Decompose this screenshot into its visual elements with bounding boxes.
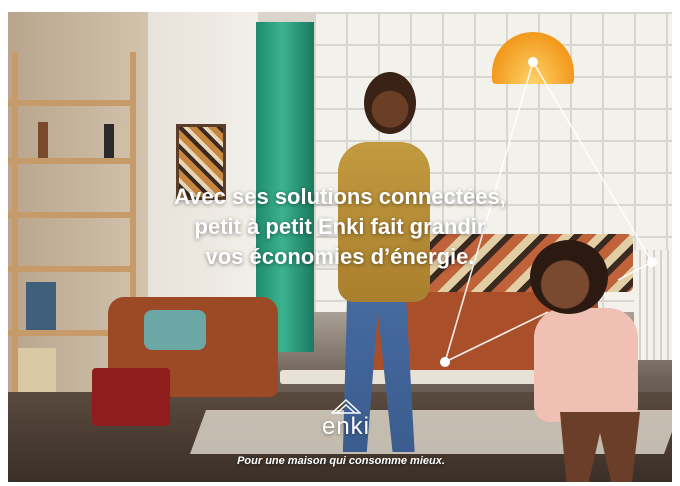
headline-line: petit à petit Enki fait grandir [194,214,486,239]
headline: Avec ses solutions connectées, petit à p… [98,182,582,272]
enki-house-logo-icon [331,398,361,414]
connection-node [528,57,538,67]
ad-banner: Avec ses solutions connectées, petit à p… [8,12,672,482]
tagline: Pour une maison qui consomme mieux. [237,455,445,467]
enki-logo: enki [316,398,376,440]
brand-name: enki [321,413,371,440]
connection-line [617,261,653,281]
connection-node [647,257,657,267]
headline-line: vos économies d’énergie. [205,244,475,269]
connection-line [444,311,549,363]
headline-line: Avec ses solutions connectées, [174,184,506,209]
connection-node [440,357,450,367]
